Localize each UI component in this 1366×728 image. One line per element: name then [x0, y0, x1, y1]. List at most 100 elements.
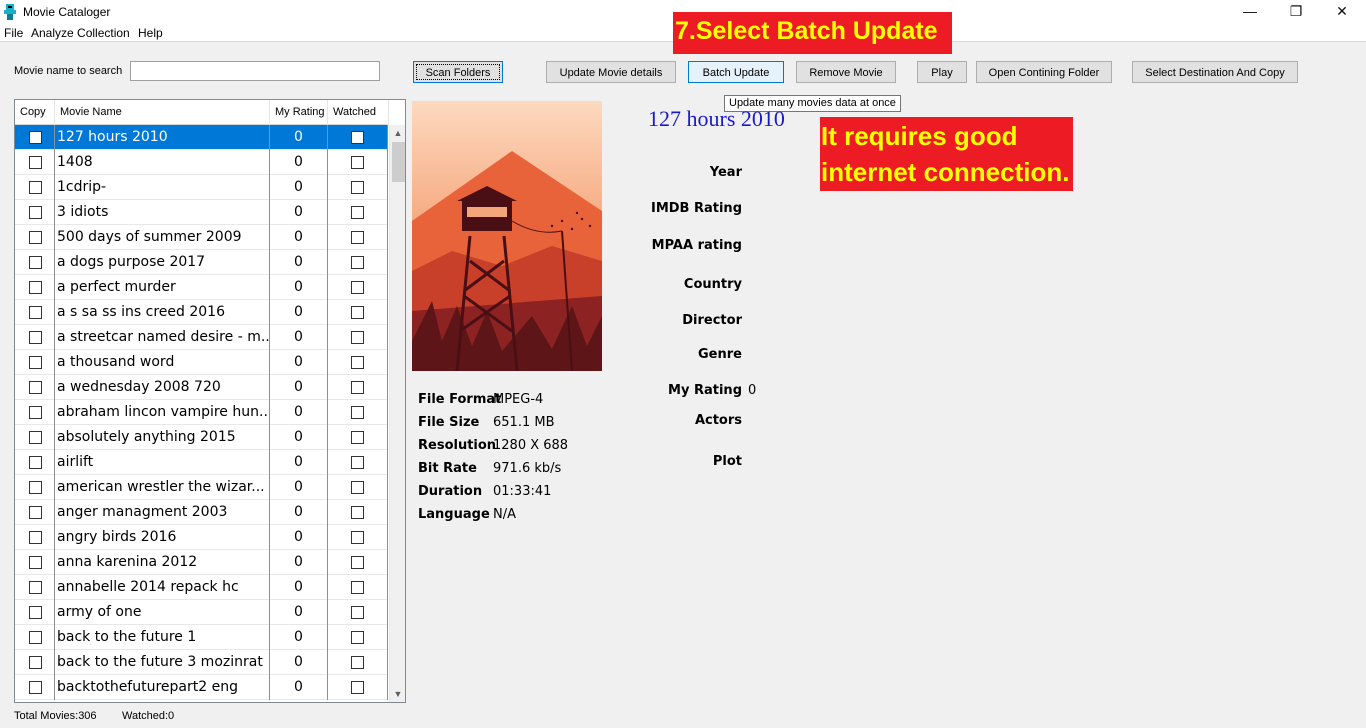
copy-checkbox[interactable]: [29, 406, 42, 419]
rating-cell[interactable]: 0: [270, 500, 328, 525]
movie-name-cell[interactable]: backtothefuturepart2 eng: [55, 675, 270, 700]
table-row[interactable]: 127 hours 2010 0: [15, 125, 388, 150]
movie-name-cell[interactable]: back to the future 3 mozinrat: [55, 650, 270, 675]
update-movie-details-button[interactable]: Update Movie details: [546, 61, 676, 83]
table-row[interactable]: back to the future 10: [15, 625, 388, 650]
rating-cell[interactable]: 0: [270, 175, 328, 200]
header-watched[interactable]: Watched: [328, 100, 389, 125]
rating-cell[interactable]: 0: [270, 150, 328, 175]
scroll-up-icon[interactable]: ▲: [390, 125, 405, 141]
watched-checkbox[interactable]: [351, 356, 364, 369]
menu-file[interactable]: File: [4, 26, 23, 40]
rating-cell[interactable]: 0: [270, 675, 328, 700]
movie-name-cell[interactable]: 1cdrip-: [55, 175, 270, 200]
menu-help[interactable]: Help: [138, 26, 163, 40]
table-row[interactable]: a thousand word 0: [15, 350, 388, 375]
rating-cell[interactable]: 0: [270, 450, 328, 475]
movie-name-cell[interactable]: 500 days of summer 2009: [55, 225, 270, 250]
rating-cell[interactable]: 0: [270, 475, 328, 500]
minimize-icon[interactable]: —: [1227, 0, 1273, 24]
watched-checkbox[interactable]: [351, 456, 364, 469]
copy-checkbox[interactable]: [29, 381, 42, 394]
table-row[interactable]: airlift 0: [15, 450, 388, 475]
copy-checkbox[interactable]: [29, 681, 42, 694]
scan-folders-button[interactable]: Scan Folders: [413, 61, 503, 83]
header-copy[interactable]: Copy: [15, 100, 55, 125]
movie-name-cell[interactable]: a perfect murder: [55, 275, 270, 300]
copy-checkbox[interactable]: [29, 206, 42, 219]
table-row[interactable]: 3 idiots 0: [15, 200, 388, 225]
copy-checkbox[interactable]: [29, 531, 42, 544]
movie-name-cell[interactable]: back to the future 1: [55, 625, 270, 650]
watched-checkbox[interactable]: [351, 331, 364, 344]
play-button[interactable]: Play: [917, 61, 967, 83]
movie-name-cell[interactable]: a streetcar named desire - m...: [55, 325, 270, 350]
watched-checkbox[interactable]: [351, 581, 364, 594]
watched-checkbox[interactable]: [351, 281, 364, 294]
watched-checkbox[interactable]: [351, 556, 364, 569]
table-row[interactable]: a streetcar named desire - m... 0: [15, 325, 388, 350]
rating-cell[interactable]: 0: [270, 525, 328, 550]
table-row[interactable]: back to the future 3 mozinrat 0: [15, 650, 388, 675]
search-input[interactable]: [130, 61, 380, 81]
movie-name-cell[interactable]: annabelle 2014 repack hc: [55, 575, 270, 600]
table-row[interactable]: absolutely anything 2015 0: [15, 425, 388, 450]
rating-cell[interactable]: 0: [270, 400, 328, 425]
copy-checkbox[interactable]: [29, 281, 42, 294]
watched-checkbox[interactable]: [351, 306, 364, 319]
table-row[interactable]: a perfect murder 0: [15, 275, 388, 300]
watched-checkbox[interactable]: [351, 531, 364, 544]
watched-checkbox[interactable]: [351, 631, 364, 644]
copy-checkbox[interactable]: [29, 631, 42, 644]
table-row[interactable]: 500 days of summer 2009 0: [15, 225, 388, 250]
movie-name-cell[interactable]: a wednesday 2008 720: [55, 375, 270, 400]
copy-checkbox[interactable]: [29, 656, 42, 669]
open-containing-folder-button[interactable]: Open Contining Folder: [976, 61, 1112, 83]
movie-name-cell[interactable]: anger managment 2003: [55, 500, 270, 525]
movie-name-cell[interactable]: anna karenina 2012: [55, 550, 270, 575]
rating-cell[interactable]: 0: [270, 625, 328, 650]
watched-checkbox[interactable]: [351, 381, 364, 394]
copy-checkbox[interactable]: [29, 306, 42, 319]
menu-analyze-collection[interactable]: Analyze Collection: [31, 26, 130, 40]
copy-checkbox[interactable]: [29, 456, 42, 469]
rating-cell[interactable]: 0: [270, 550, 328, 575]
copy-checkbox[interactable]: [29, 356, 42, 369]
copy-checkbox[interactable]: [29, 606, 42, 619]
rating-cell[interactable]: 0: [270, 275, 328, 300]
rating-cell[interactable]: 0: [270, 375, 328, 400]
table-row[interactable]: army of one 0: [15, 600, 388, 625]
table-row[interactable]: abraham lincon vampire hun... 0: [15, 400, 388, 425]
remove-movie-button[interactable]: Remove Movie: [796, 61, 896, 83]
copy-checkbox[interactable]: [29, 481, 42, 494]
watched-checkbox[interactable]: [351, 131, 364, 144]
header-my-rating[interactable]: My Rating: [270, 100, 328, 125]
watched-checkbox[interactable]: [351, 606, 364, 619]
table-scrollbar[interactable]: ▲ ▼: [389, 125, 405, 702]
copy-checkbox[interactable]: [29, 256, 42, 269]
copy-checkbox[interactable]: [29, 431, 42, 444]
watched-checkbox[interactable]: [351, 481, 364, 494]
movie-name-cell[interactable]: 1408: [55, 150, 270, 175]
movie-name-cell[interactable]: 127 hours 2010: [55, 125, 270, 150]
table-row[interactable]: anna karenina 2012 0: [15, 550, 388, 575]
watched-checkbox[interactable]: [351, 431, 364, 444]
close-icon[interactable]: ✕: [1319, 0, 1365, 24]
watched-checkbox[interactable]: [351, 256, 364, 269]
movie-name-cell[interactable]: abraham lincon vampire hun...: [55, 400, 270, 425]
copy-checkbox[interactable]: [29, 181, 42, 194]
movie-name-cell[interactable]: american wrestler the wizar...: [55, 475, 270, 500]
rating-cell[interactable]: 0: [270, 650, 328, 675]
movie-name-cell[interactable]: angry birds 2016: [55, 525, 270, 550]
watched-checkbox[interactable]: [351, 156, 364, 169]
rating-cell[interactable]: 0: [270, 300, 328, 325]
watched-checkbox[interactable]: [351, 206, 364, 219]
watched-checkbox[interactable]: [351, 181, 364, 194]
movie-name-cell[interactable]: a s sa ss ins creed 2016: [55, 300, 270, 325]
table-row[interactable]: a wednesday 2008 720 0: [15, 375, 388, 400]
table-row[interactable]: anger managment 2003 0: [15, 500, 388, 525]
table-row[interactable]: 1408 0: [15, 150, 388, 175]
copy-checkbox[interactable]: [29, 331, 42, 344]
table-row[interactable]: a dogs purpose 2017 0: [15, 250, 388, 275]
table-row[interactable]: american wrestler the wizar... 0: [15, 475, 388, 500]
